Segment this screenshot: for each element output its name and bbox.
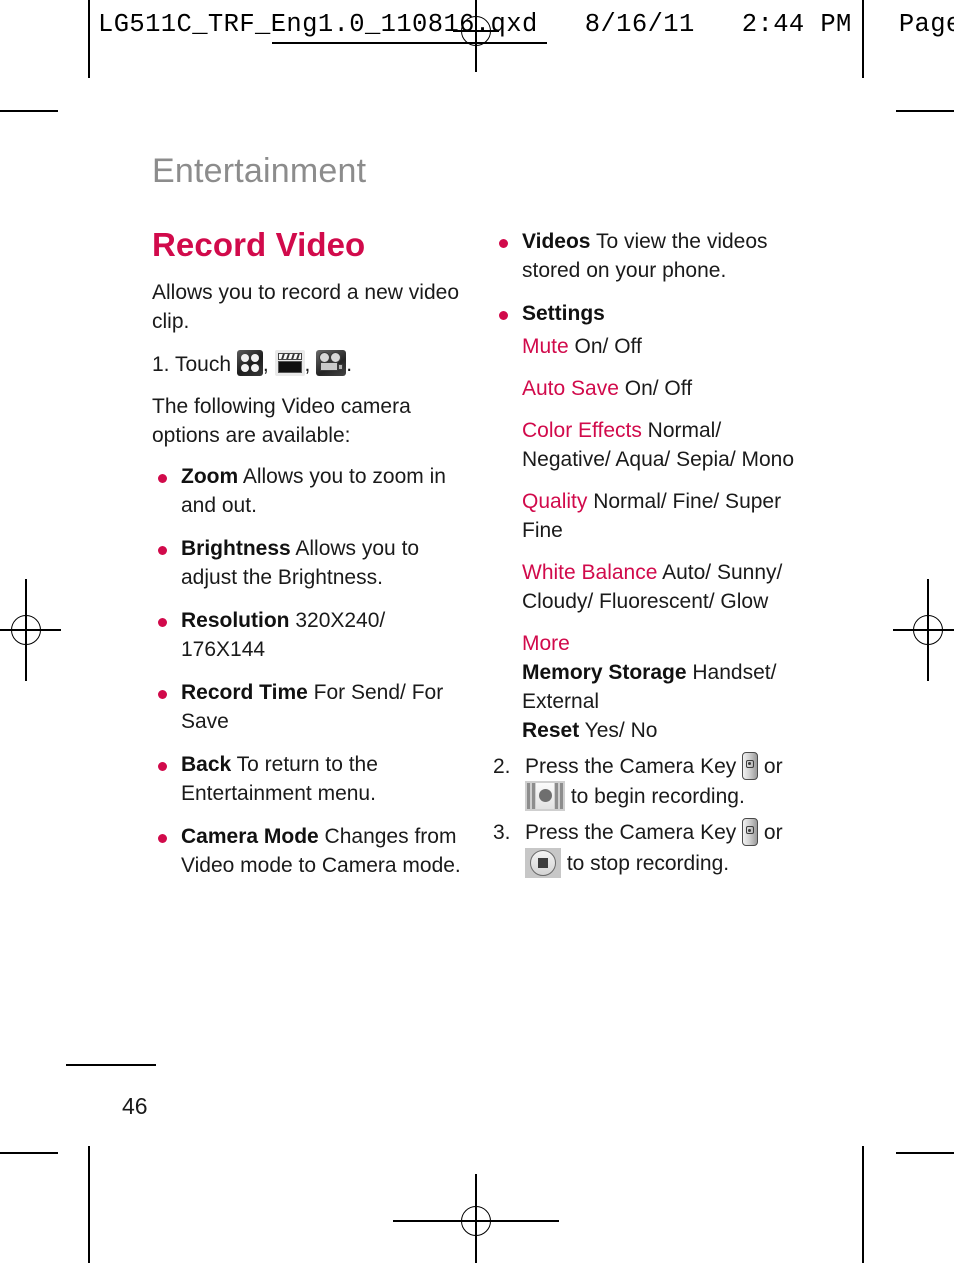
more-entry: Memory Storage Handset/ External: [522, 659, 815, 717]
setting-values: On/ Off: [568, 334, 642, 358]
intro-paragraph: Allows you to record a new video clip.: [152, 280, 459, 333]
step-1-line: 1. Touch , , .: [152, 349, 474, 380]
list-item: Settings: [493, 300, 815, 329]
more-values: Yes/ No: [579, 718, 658, 742]
manual-page: LG511C_TRF_Eng1.0_110816.qxd 8/16/11 2:4…: [0, 0, 954, 1263]
option-term: Videos: [522, 230, 591, 253]
media-clapperboard-icon: [274, 349, 305, 376]
list-item: Auto Save On/ Off: [522, 375, 815, 404]
crop-mark-right-bottom: [896, 1152, 954, 1154]
more-term: Reset: [522, 718, 580, 742]
page-number: 46: [122, 1093, 148, 1119]
settings-sub-list: Mute On/ Off Auto Save On/ Off Color Eff…: [493, 333, 815, 746]
grid-menu-icon: [236, 349, 263, 376]
step-text-before: Press the Camera Key: [525, 754, 743, 778]
step-1-prefix: 1. Touch: [152, 352, 237, 376]
option-term: Camera Mode: [181, 825, 319, 849]
option-term: Resolution: [181, 609, 290, 633]
step-number: 2.: [493, 754, 511, 778]
stop-button-icon: [525, 847, 561, 878]
list-item: Quality Normal/ Fine/ Super Fine: [522, 488, 815, 546]
crop-mark-left-top: [0, 110, 58, 112]
list-item: 3. Press the Camera Key or to stop recor…: [493, 818, 815, 879]
option-term: Back: [181, 753, 232, 777]
section-title: Entertainment: [152, 152, 367, 190]
setting-label: Mute: [522, 334, 569, 358]
crop-mark-bottom-left: [88, 1146, 90, 1263]
list-item: Resolution 320X240/ 176X144: [152, 607, 474, 665]
right-options-list: Videos To view the videos stored on your…: [493, 228, 815, 329]
step-1-separator-1: ,: [262, 352, 275, 376]
list-item: White Balance Auto/ Sunny/ Cloudy/ Fluor…: [522, 559, 815, 617]
list-item: Mute On/ Off: [522, 333, 815, 362]
list-item: Brightness Allows you to adjust the Brig…: [152, 535, 474, 593]
step-text-before: Press the Camera Key: [525, 821, 743, 845]
list-item: Record Time For Send/ For Save: [152, 679, 474, 737]
camera-key-icon: [742, 751, 759, 780]
option-term: Brightness: [181, 537, 291, 561]
list-item: Color Effects Normal/ Negative/ Aqua/ Se…: [522, 417, 815, 475]
crop-mark-bottom-right: [862, 1146, 864, 1263]
more-label: More: [522, 631, 570, 655]
left-column: Record Video Allows you to record a new …: [152, 226, 474, 895]
list-item: Camera Mode Changes from Video mode to C…: [152, 823, 474, 881]
step-text-after: to stop recording.: [561, 851, 730, 875]
page-title: Record Video: [152, 226, 366, 263]
option-term: Settings: [522, 301, 605, 325]
list-item: Zoom Allows you to zoom in and out.: [152, 463, 474, 521]
setting-label: Quality: [522, 489, 588, 513]
list-item: Back To return to the Entertainment menu…: [152, 751, 474, 809]
setting-label: Auto Save: [522, 376, 619, 400]
left-options-list: Zoom Allows you to zoom in and out. Brig…: [152, 463, 474, 881]
step-1-suffix: .: [346, 352, 353, 376]
step-text-middle: or: [758, 821, 783, 845]
registration-mark-right: [893, 579, 954, 681]
registration-mark-bottom: [393, 1174, 559, 1263]
more-group: More Memory Storage Handset/ External Re…: [522, 630, 815, 746]
list-item: 2. Press the Camera Key or to begin reco…: [493, 751, 815, 813]
crop-mark-top-left: [88, 0, 90, 78]
step-text-after: to begin recording.: [565, 785, 745, 809]
slug-underline: [272, 42, 547, 44]
recording-steps-list: 2. Press the Camera Key or to begin reco…: [493, 751, 815, 879]
step-1-separator-2: ,: [304, 352, 317, 376]
step-number: 3.: [493, 821, 511, 845]
step-text-middle: or: [758, 754, 783, 778]
registration-mark-left: [0, 579, 61, 681]
setting-label: White Balance: [522, 560, 658, 584]
record-button-icon: [525, 781, 565, 812]
option-term: Zoom: [181, 465, 239, 489]
list-item: Videos To view the videos stored on your…: [493, 228, 815, 286]
right-column: Videos To view the videos stored on your…: [493, 228, 815, 885]
option-term: Record Time: [181, 681, 308, 705]
prepress-slug: LG511C_TRF_Eng1.0_110816.qxd 8/16/11 2:4…: [98, 10, 954, 39]
crop-mark-right-top: [896, 110, 954, 112]
more-entry: Reset Yes/ No: [522, 717, 815, 746]
footer-rule: [66, 1064, 156, 1066]
setting-label: Color Effects: [522, 418, 642, 442]
crop-mark-left-bottom: [0, 1152, 58, 1154]
options-intro-paragraph: The following Video camera options are a…: [152, 394, 411, 447]
camera-key-icon: [742, 818, 759, 847]
setting-values: On/ Off: [618, 376, 693, 400]
more-term: Memory Storage: [522, 660, 687, 684]
camcorder-icon: [316, 349, 347, 376]
